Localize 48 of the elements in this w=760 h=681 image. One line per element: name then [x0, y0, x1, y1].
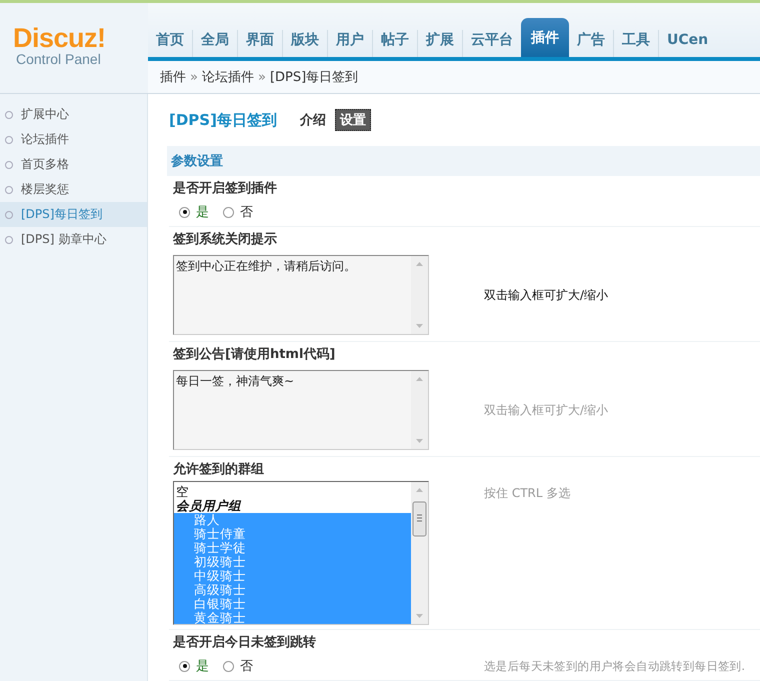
setting-label: 签到系统关闭提示: [172, 230, 278, 249]
list-option[interactable]: 白银骑士: [174, 597, 411, 611]
breadcrumb-item: [DPS]每日签到: [270, 69, 358, 86]
sidebar-item[interactable]: [DPS]每日签到: [0, 202, 147, 227]
section-header: 参数设置: [167, 146, 760, 176]
setting-label: 是否开启今日未签到跳转: [172, 634, 317, 652]
text-area[interactable]: 签到中心正在维护，请稍后访问。: [173, 255, 429, 335]
option-group-label: 会员用户组: [175, 499, 242, 513]
page-tab[interactable]: 设置: [334, 109, 371, 131]
list-option[interactable]: 空: [174, 485, 411, 499]
sidebar-item[interactable]: 扩展中心: [0, 102, 147, 127]
breadcrumb-separator: »: [190, 70, 198, 84]
radio-option[interactable]: 是: [179, 203, 209, 221]
nav-tab[interactable]: 插件: [521, 18, 569, 57]
setting-label: 允许签到的群组: [172, 461, 265, 479]
nav-tab[interactable]: UCen: [659, 30, 716, 57]
setting-label: 是否开启签到插件: [172, 180, 278, 198]
hint-text: 按住 CTRL 多选: [484, 485, 572, 502]
page-title: [DPS]每日签到: [169, 110, 277, 130]
list-option[interactable]: 中级骑士: [174, 569, 411, 583]
list-option[interactable]: 黄金骑士: [174, 611, 411, 624]
page-tab[interactable]: 介绍: [294, 109, 331, 131]
sidebar-item[interactable]: [DPS] 勋章中心: [0, 227, 147, 252]
breadcrumb-item[interactable]: 论坛插件: [202, 68, 254, 86]
sidebar-item[interactable]: 楼层奖惩: [0, 177, 147, 202]
logo: Discuz! Control Panel: [0, 3, 148, 94]
list-option[interactable]: 骑士学徒: [174, 541, 411, 555]
text-area[interactable]: 每日一签，神清气爽~: [173, 370, 429, 450]
multi-select-list[interactable]: 空 会员用户组 路人 骑士侍童 骑士学徒 初级骑士 中级骑士 高级骑士 白银骑士 黄金骑士: [173, 481, 429, 625]
radio-option[interactable]: 是: [179, 657, 209, 675]
breadcrumb-separator: »: [258, 70, 266, 84]
list-option[interactable]: 高级骑士: [174, 583, 411, 597]
radio-option[interactable]: 否: [223, 203, 253, 221]
radio-option[interactable]: 否: [223, 657, 253, 675]
nav-tab[interactable]: 云平台: [463, 30, 521, 57]
scrollbar[interactable]: [411, 256, 428, 334]
setting-label: 签到公告[请使用html代码]: [172, 346, 336, 364]
hint-text: 选是后每天未签到的用户将会自动跳转到每日签到.: [484, 658, 746, 674]
hint-text: 双击输入框可扩大/缩小: [484, 402, 610, 418]
list-option[interactable]: 初级骑士: [174, 555, 411, 569]
list-option[interactable]: 骑士侍童: [174, 527, 411, 541]
list-option[interactable]: 路人: [174, 513, 411, 527]
scrollbar[interactable]: [411, 482, 428, 624]
hint-text: 双击输入框可扩大/缩小: [484, 286, 610, 304]
sidebar-item[interactable]: 论坛插件: [0, 127, 147, 152]
scrollbar[interactable]: [411, 371, 428, 449]
breadcrumb-item[interactable]: 插件: [160, 68, 186, 86]
sidebar-item[interactable]: 首页多格: [0, 152, 147, 177]
